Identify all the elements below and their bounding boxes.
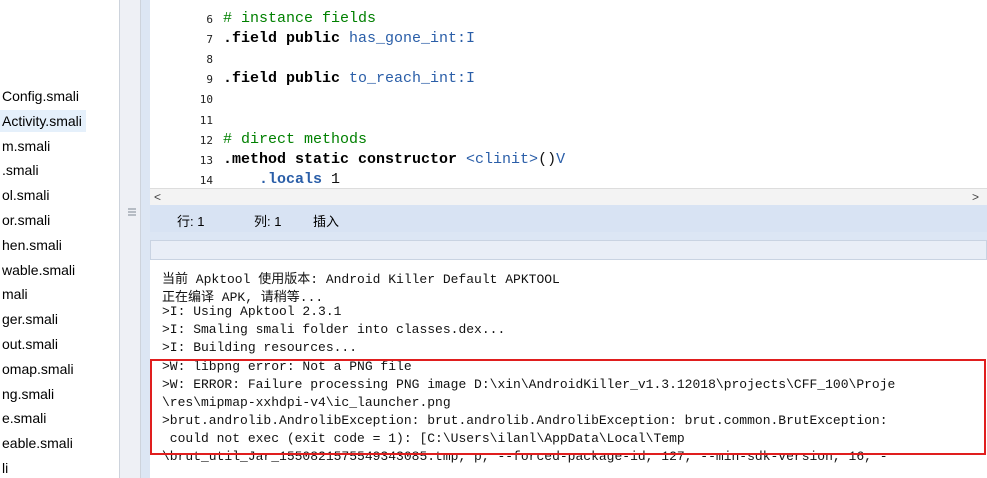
code-line: .field public has_gone_int:I	[223, 30, 475, 47]
code-line: .method static constructor <clinit>()V	[223, 151, 565, 168]
file-list-item[interactable]: ol.smali	[0, 184, 49, 206]
code-token: has_gone_int:I	[349, 30, 476, 48]
status-row: 行: 1	[177, 214, 205, 229]
code-token: 1	[331, 170, 341, 188]
code-token: # direct methods	[223, 130, 368, 148]
file-list-item[interactable]: or.smali	[0, 209, 50, 231]
horizontal-scrollbar[interactable]: < >	[150, 188, 987, 205]
code-token: V	[556, 150, 566, 168]
file-list-item[interactable]: e.smali	[0, 407, 46, 429]
scroll-right-icon[interactable]: >	[972, 189, 979, 205]
status-insert-mode: 插入	[313, 214, 340, 229]
code-token: .method static constructor	[223, 150, 467, 168]
code-line: # instance fields	[223, 10, 376, 27]
code-token: ()	[538, 150, 557, 168]
line-number: 9	[206, 73, 213, 87]
file-list-item[interactable]: Activity.smali	[0, 109, 86, 132]
file-list-item[interactable]: m.smali	[0, 135, 50, 157]
line-number: 14	[199, 173, 213, 187]
code-token: .field public	[223, 30, 350, 48]
console-line: >I: Smaling smali folder into classes.de…	[162, 322, 506, 338]
file-list-item[interactable]: ger.smali	[0, 308, 58, 330]
scroll-left-icon[interactable]: <	[154, 189, 161, 205]
status-column: 列: 1	[254, 214, 282, 229]
code-line: # direct methods	[223, 131, 367, 148]
code-token: # instance fields	[223, 10, 377, 27]
line-number: 13	[199, 153, 213, 167]
code-line: .locals 1	[223, 171, 340, 188]
code-token: to_reach_int:I	[349, 70, 476, 88]
file-list-item[interactable]: out.smali	[0, 333, 58, 355]
line-number: 8	[206, 53, 213, 67]
line-number: 6	[206, 13, 213, 26]
console-line: 正在编译 APK, 请稍等...	[162, 290, 324, 306]
panel-splitter[interactable]	[119, 0, 141, 478]
code-token: <clinit>	[466, 150, 539, 168]
file-list-item[interactable]: li	[0, 457, 8, 478]
console-line: 当前 Apktool 使用版本: Android Killer Default …	[162, 272, 560, 287]
file-list-item[interactable]: wable.smali	[0, 259, 75, 281]
file-list-item[interactable]: .smali	[0, 159, 39, 181]
line-number: 10	[199, 93, 213, 107]
file-list-item[interactable]: hen.smali	[0, 234, 62, 256]
line-number: 12	[199, 133, 213, 147]
error-highlight-box	[150, 359, 986, 455]
file-list: Config.smali Activity.smali m.smali .smali o…	[0, 0, 118, 478]
console-line: >I: Using Apktool 2.3.1	[162, 304, 342, 320]
file-list-item[interactable]: Config.smali	[0, 85, 79, 107]
line-number: 11	[199, 113, 213, 127]
code-line: .field public to_reach_int:I	[223, 70, 475, 87]
code-token: .field public	[223, 70, 350, 88]
file-list-item[interactable]: omap.smali	[0, 358, 74, 380]
line-number: 7	[206, 33, 213, 47]
splitter-grip-icon[interactable]	[128, 207, 136, 219]
console-line: >I: Building resources...	[162, 340, 358, 356]
console-header	[150, 240, 987, 260]
file-list-item[interactable]: eable.smali	[0, 432, 73, 454]
file-list-item[interactable]: mali	[0, 283, 28, 305]
code-token: .locals	[259, 170, 332, 188]
file-list-item[interactable]: ng.smali	[0, 383, 54, 405]
